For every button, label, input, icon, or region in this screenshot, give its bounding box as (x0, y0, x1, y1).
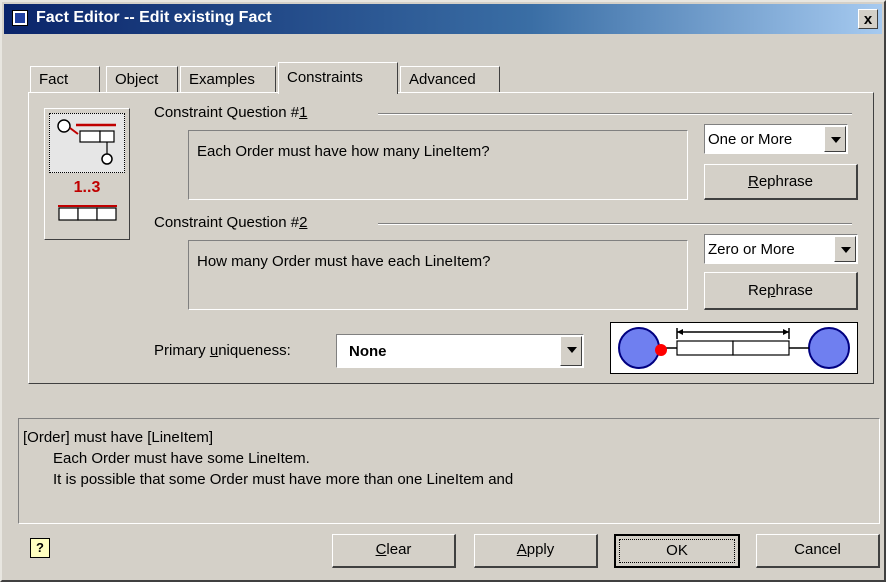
mandatory-dot (655, 344, 667, 356)
role-box-1 (676, 340, 734, 356)
rephrase-mnemonic: p (767, 282, 776, 299)
primary-uniqueness-label: Primary uniqueness: (154, 342, 291, 359)
title-prefix: Constraint Question # (154, 214, 300, 231)
chevron-down-icon[interactable] (560, 336, 582, 366)
role-boxes-icon (58, 205, 117, 221)
order-entity-shape (618, 327, 660, 369)
lineitem-entity-shape (808, 327, 850, 369)
clear-button[interactable]: Clear (332, 534, 456, 568)
rephrase-label-rest: ephrase (758, 173, 814, 190)
chevron-down-icon[interactable] (834, 236, 856, 262)
constraint-question-1-text: Each Order must have how many LineItem? (188, 130, 688, 200)
constraint-question-2-title: Constraint Question #2 (154, 214, 307, 231)
description-line: Each Order must have some LineItem. (53, 450, 310, 467)
window-title: Fact Editor -- Edit existing Fact (36, 9, 272, 26)
rephrase-label-prefix: Re (747, 282, 768, 299)
label-prefix: Primary (154, 342, 210, 359)
cancel-button[interactable]: Cancel (756, 534, 880, 568)
apply-label-rest: pply (526, 541, 555, 558)
selected-value: One or More (708, 131, 793, 148)
constraint-question-1-title: Constraint Question #1 (154, 104, 307, 121)
constraint-1-multiplicity-select[interactable]: One or More (704, 124, 848, 154)
fact-description-box: [Order] must have [LineItem] Each Order … (18, 418, 880, 524)
fact-diagram-svg (618, 327, 850, 369)
clear-mnemonic: C (375, 541, 387, 558)
constraint-type-picker: 1..3 (44, 108, 130, 240)
app-icon (12, 10, 28, 26)
tab-examples[interactable]: Examples (180, 66, 276, 92)
fact-diagram-preview (610, 322, 858, 374)
selected-value: None (349, 343, 387, 360)
rephrase-mnemonic: R (747, 173, 759, 190)
rephrase-label-rest: hrase (775, 282, 814, 299)
constraint-question-2-text: How many Order must have each LineItem? (188, 240, 688, 310)
frequency-constraint-option[interactable]: 1..3 (49, 177, 125, 235)
title-prefix: Constraint Question # (154, 104, 300, 121)
tab-fact[interactable]: Fact (30, 66, 100, 92)
label-rest: niqueness: (218, 342, 291, 359)
label-mnemonic: u (209, 342, 219, 359)
chevron-down-icon[interactable] (824, 126, 846, 152)
frequency-range-label: 1..3 (73, 179, 101, 196)
selected-value: Zero or More (708, 241, 795, 258)
title-number: 1 (299, 104, 308, 121)
rephrase-2-button[interactable]: Rephrase (704, 272, 858, 310)
rephrase-1-button[interactable]: Rephrase (704, 164, 858, 200)
ok-button[interactable]: OK (614, 534, 740, 568)
uniqueness-constraint-option[interactable] (49, 113, 125, 173)
tab-constraints[interactable]: Constraints (278, 62, 398, 94)
uniqueness-constraint-icon (57, 119, 116, 165)
group-divider (378, 223, 852, 225)
clear-label-rest: lear (386, 541, 412, 558)
apply-mnemonic: A (516, 541, 527, 558)
close-button[interactable]: x (858, 9, 878, 29)
group-divider (378, 113, 852, 115)
description-line: It is possible that some Order must have… (53, 471, 514, 488)
title-number: 2 (299, 214, 308, 231)
tab-advanced[interactable]: Advanced (400, 66, 500, 92)
primary-uniqueness-select[interactable]: None (336, 334, 584, 368)
description-line: [Order] must have [LineItem] (23, 429, 214, 446)
role-box-2 (732, 340, 790, 356)
help-icon[interactable]: ? (30, 538, 50, 558)
apply-button[interactable]: Apply (474, 534, 598, 568)
title-bar[interactable]: Fact Editor -- Edit existing Fact x (4, 4, 882, 34)
tab-object[interactable]: Object (106, 66, 178, 92)
constraint-2-multiplicity-select[interactable]: Zero or More (704, 234, 858, 264)
